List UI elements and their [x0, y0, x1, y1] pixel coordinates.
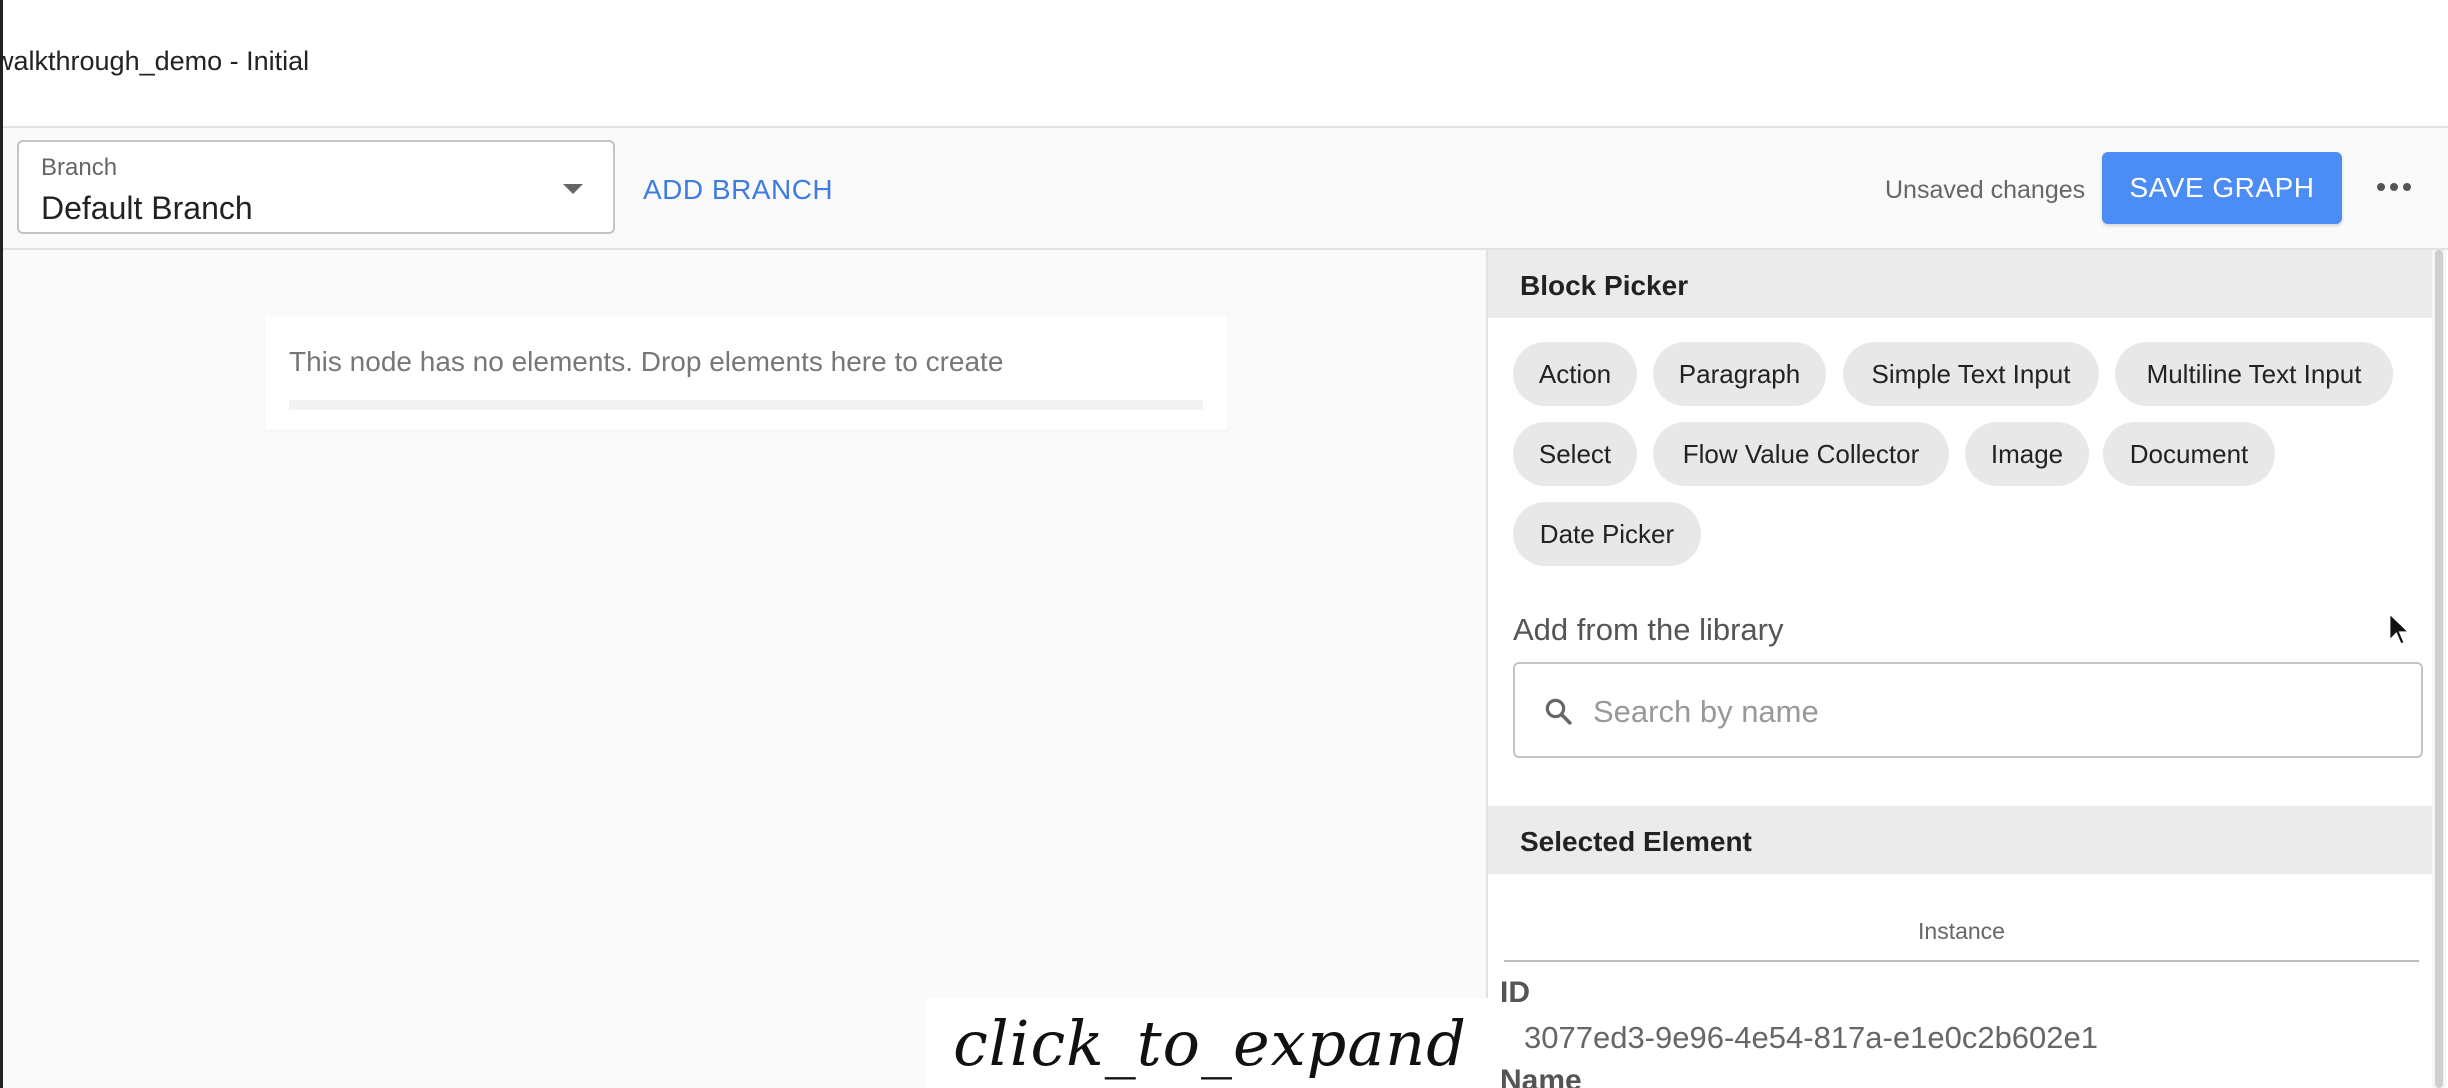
chip-action[interactable]: Action	[1513, 342, 1637, 406]
selected-element-title: Selected Element	[1520, 826, 1752, 857]
node-drop-zone[interactable]: This node has no elements. Drop elements…	[265, 316, 1227, 430]
title-bar: walkthrough_demo - Initial	[0, 0, 2448, 128]
search-input[interactable]	[1591, 684, 2395, 740]
library-label: Add from the library	[1513, 612, 1784, 647]
mouse-pointer-icon	[2388, 612, 2412, 646]
tab-instance[interactable]: Instance	[1504, 910, 2419, 962]
chip-date-picker[interactable]: Date Picker	[1513, 502, 1701, 566]
chip-document[interactable]: Document	[2103, 422, 2275, 486]
id-label: ID	[1500, 976, 1530, 1009]
empty-node-message: This node has no elements. Drop elements…	[289, 346, 1004, 377]
chip-image[interactable]: Image	[1965, 422, 2089, 486]
window-title: walkthrough_demo - Initial	[0, 46, 310, 76]
block-picker-header: Block Picker	[1488, 250, 2434, 318]
chip-simple-text-input[interactable]: Simple Text Input	[1843, 342, 2099, 406]
add-branch-button[interactable]: ADD BRANCH	[643, 174, 833, 206]
drop-target-bar	[289, 400, 1203, 410]
dot	[2377, 183, 2385, 191]
chip-select[interactable]: Select	[1513, 422, 1637, 486]
block-picker-title: Block Picker	[1520, 270, 1689, 301]
branch-select-label: Branch	[41, 154, 118, 181]
app-window: walkthrough_demo - Initial Branch Defaul…	[0, 0, 2448, 1088]
tab-instance-label: Instance	[1918, 918, 2005, 944]
id-value: 3077ed3-9e96-4e54-817a-e1e0c2b602e1	[1524, 1020, 2099, 1055]
dot	[2390, 183, 2398, 191]
chip-multiline-text-input[interactable]: Multiline Text Input	[2115, 342, 2393, 406]
click-to-expand-overlay[interactable]: click_to_expand	[926, 998, 1494, 1088]
more-horizontal-icon[interactable]	[2377, 180, 2411, 194]
click-to-expand-text: click_to_expand	[953, 1006, 1467, 1080]
side-panel: Block Picker Action Paragraph Simple Tex…	[1486, 250, 2434, 1088]
search-icon	[1545, 698, 1572, 725]
window-left-border	[0, 0, 3, 1088]
save-graph-button[interactable]: SAVE GRAPH	[2102, 152, 2342, 224]
library-search[interactable]	[1513, 662, 2423, 758]
chip-paragraph[interactable]: Paragraph	[1653, 342, 1826, 406]
chip-flow-value-collector[interactable]: Flow Value Collector	[1653, 422, 1949, 486]
scrollbar-thumb[interactable]	[2435, 250, 2443, 1088]
caret-down-icon[interactable]	[563, 184, 583, 194]
branch-select-value: Default Branch	[41, 190, 253, 226]
node-canvas[interactable]: This node has no elements. Drop elements…	[3, 250, 1486, 1088]
selected-element-header: Selected Element	[1488, 806, 2434, 874]
dot	[2403, 183, 2411, 191]
branch-select[interactable]: Branch Default Branch	[17, 140, 615, 234]
graph-toolbar: Branch Default Branch ADD BRANCH Unsaved…	[0, 128, 2448, 250]
unsaved-status: Unsaved changes	[1885, 176, 2086, 204]
name-label: Name	[1500, 1064, 1582, 1088]
panel-scrollbar[interactable]	[2432, 250, 2446, 1088]
